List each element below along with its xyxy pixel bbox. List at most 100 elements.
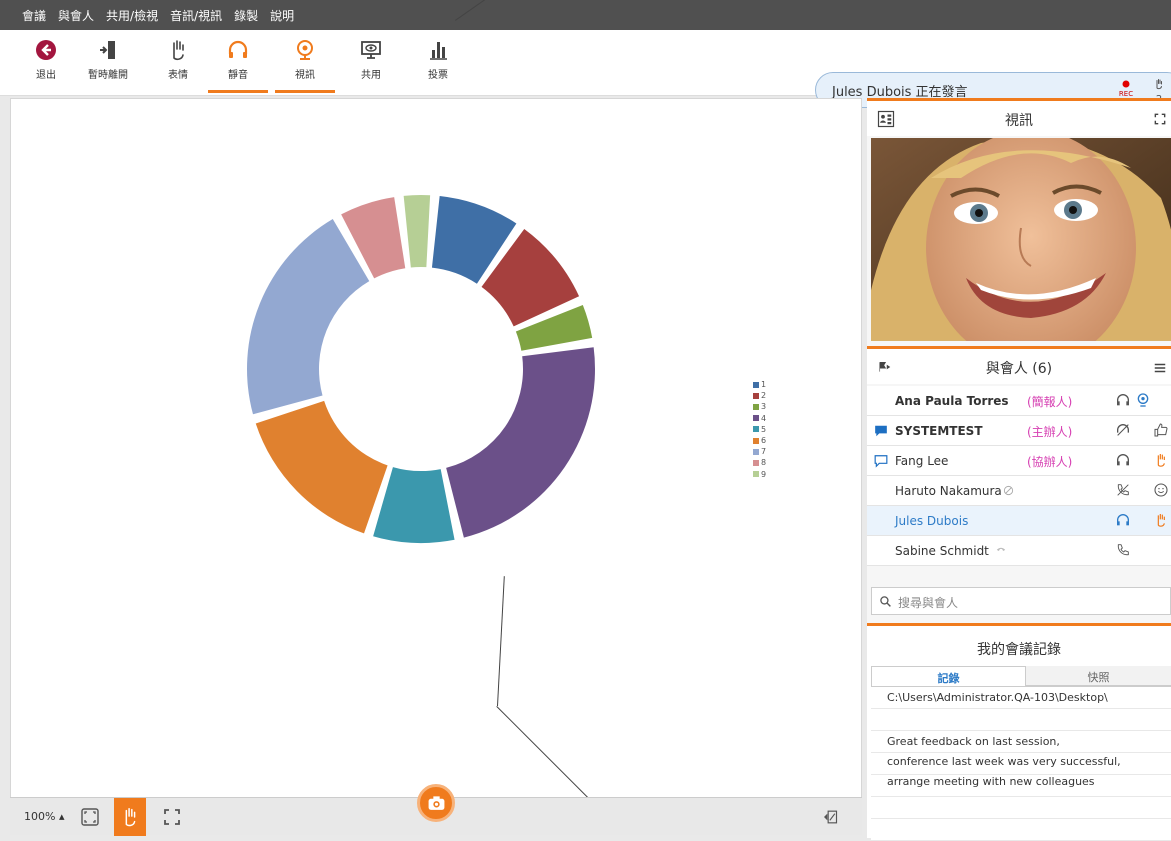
- donut-slice-7: [247, 219, 370, 415]
- fullscreen-icon[interactable]: [160, 805, 184, 829]
- menu-bar: 會議 與會人 共用/檢視 音訊/視訊 錄製 說明: [0, 0, 1171, 30]
- fit-screen-icon[interactable]: [78, 805, 102, 829]
- raised-hand-icon: [1156, 79, 1162, 90]
- legend-item-3: 3: [753, 401, 766, 412]
- menu-audio-video[interactable]: 音訊/視訊: [170, 7, 222, 24]
- step-away-button[interactable]: 暫時離開: [80, 38, 136, 81]
- donut-chart: [247, 195, 595, 543]
- snapshot-button[interactable]: [417, 784, 455, 822]
- menu-share-view[interactable]: 共用/檢視: [106, 7, 158, 24]
- participants-header: 與會人 (6): [867, 346, 1171, 384]
- legend-item-5: 5: [753, 424, 766, 435]
- participant-video-image: [871, 138, 1171, 341]
- phone-status-icon: [996, 547, 1006, 551]
- participant-row[interactable]: Ana Paula Torres (簡報人): [867, 386, 1171, 416]
- record-dot-icon: [1122, 80, 1130, 88]
- headset-active-icon: [1117, 514, 1129, 526]
- donut-slice-6: [255, 400, 388, 534]
- thumbs-up-icon: [1154, 423, 1168, 437]
- legend-label: 5: [761, 424, 767, 434]
- tab-snapshots[interactable]: 快照: [1026, 666, 1171, 686]
- notes-path: C:\Users\Administrator.QA-103\Desktop\: [887, 691, 1108, 704]
- tab-notes[interactable]: 記錄: [871, 666, 1026, 686]
- hand-icon: [173, 40, 184, 61]
- headset-icon: [228, 40, 248, 58]
- exit-icon: [36, 40, 56, 60]
- legend-swatch: [753, 403, 759, 410]
- pan-hand-icon: [125, 808, 136, 827]
- share-button[interactable]: 共用: [343, 38, 399, 81]
- poll-button[interactable]: 投票: [410, 38, 466, 81]
- record-button[interactable]: REC: [1117, 80, 1135, 98]
- donut-slice-4: [446, 347, 595, 538]
- video-panel-title: 視訊: [1005, 113, 1033, 129]
- legend-label: 7: [761, 447, 767, 457]
- legend-swatch: [753, 459, 759, 466]
- note-line: conference last week was very successful…: [887, 755, 1121, 768]
- exit-button[interactable]: 退出: [18, 38, 74, 81]
- zoom-level[interactable]: 100% ▴: [24, 810, 64, 823]
- step-away-icon: [100, 41, 115, 59]
- emotion-button[interactable]: 表情: [150, 38, 206, 81]
- notes-tabs: 記錄 快照: [871, 666, 1171, 686]
- headset-icon: [1117, 454, 1129, 466]
- content-stage: 12345 6789: [10, 98, 862, 825]
- legend-label: 9: [761, 469, 767, 479]
- participants-title: 與會人 (6): [985, 361, 1053, 377]
- participant-row[interactable]: SYSTEMTEST (主辦人): [867, 416, 1171, 446]
- participant-row[interactable]: Fang Lee (協辦人): [867, 446, 1171, 476]
- menu-record[interactable]: 錄製: [234, 7, 258, 24]
- legend-swatch: [753, 426, 759, 433]
- legend-label: 4: [761, 413, 767, 423]
- poll-label: 投票: [428, 70, 448, 81]
- notes-editor[interactable]: C:\Users\Administrator.QA-103\Desktop\ G…: [871, 686, 1171, 841]
- participant-row[interactable]: Haruto Nakamura: [867, 476, 1171, 506]
- legend-item-9: 9: [753, 469, 766, 480]
- search-icon: [880, 596, 891, 607]
- note-line: Great feedback on last session,: [887, 735, 1060, 748]
- toolbar: 退出 暫時離開 表情 靜音 視訊 共用 投票 Jules Dubois 正在發言…: [0, 30, 1171, 108]
- menu-meeting[interactable]: 會議: [22, 7, 46, 24]
- webcam-icon: [297, 40, 313, 60]
- legend-swatch: [753, 448, 759, 455]
- legend-label: 2: [761, 391, 767, 401]
- collapse-panel-icon[interactable]: [818, 807, 840, 827]
- phone-icon: [1117, 544, 1129, 556]
- legend-item-6: 6: [753, 435, 766, 446]
- emotion-label: 表情: [168, 70, 188, 81]
- video-feed: [871, 138, 1171, 341]
- donut-slice-9: [403, 195, 431, 268]
- participant-search-input[interactable]: 搜尋與會人: [871, 587, 1171, 615]
- participant-row-selected[interactable]: Jules Dubois: [867, 506, 1171, 536]
- poll-icon: [430, 42, 447, 60]
- legend-label: 6: [761, 436, 767, 446]
- stage-bottom-bar: 100% ▴: [10, 784, 862, 836]
- donut-slice-5: [373, 467, 455, 543]
- expand-video-icon[interactable]: [1153, 112, 1167, 126]
- legend-swatch: [753, 437, 759, 444]
- menu-help[interactable]: 說明: [270, 7, 294, 24]
- legend-item-4: 4: [753, 413, 766, 424]
- legend-swatch: [753, 381, 759, 388]
- video-panel-header: 視訊: [867, 98, 1171, 136]
- headset-icon: [1117, 394, 1129, 406]
- share-screen-icon: [361, 41, 381, 59]
- legend-swatch: [753, 392, 759, 399]
- menu-icon[interactable]: [1153, 361, 1167, 375]
- legend-swatch: [753, 471, 759, 478]
- menu-participants[interactable]: 與會人: [58, 7, 94, 24]
- mute-label: 靜音: [228, 70, 248, 81]
- phone-muted-icon: [1117, 484, 1129, 496]
- pan-tool-button[interactable]: [114, 798, 146, 836]
- legend-swatch: [753, 415, 759, 422]
- legend-item-2: 2: [753, 390, 766, 401]
- legend-item-1: 1: [753, 379, 766, 390]
- step-away-label: 暫時離開: [88, 70, 128, 81]
- note-line: arrange meeting with new colleagues: [887, 775, 1095, 788]
- chat-bubble-icon: [875, 425, 887, 437]
- mute-button[interactable]: 靜音: [208, 38, 268, 93]
- legend-item-8: 8: [753, 457, 766, 468]
- legend-label: 3: [761, 402, 767, 412]
- participant-row[interactable]: Sabine Schmidt: [867, 536, 1171, 566]
- video-button[interactable]: 視訊: [275, 38, 335, 93]
